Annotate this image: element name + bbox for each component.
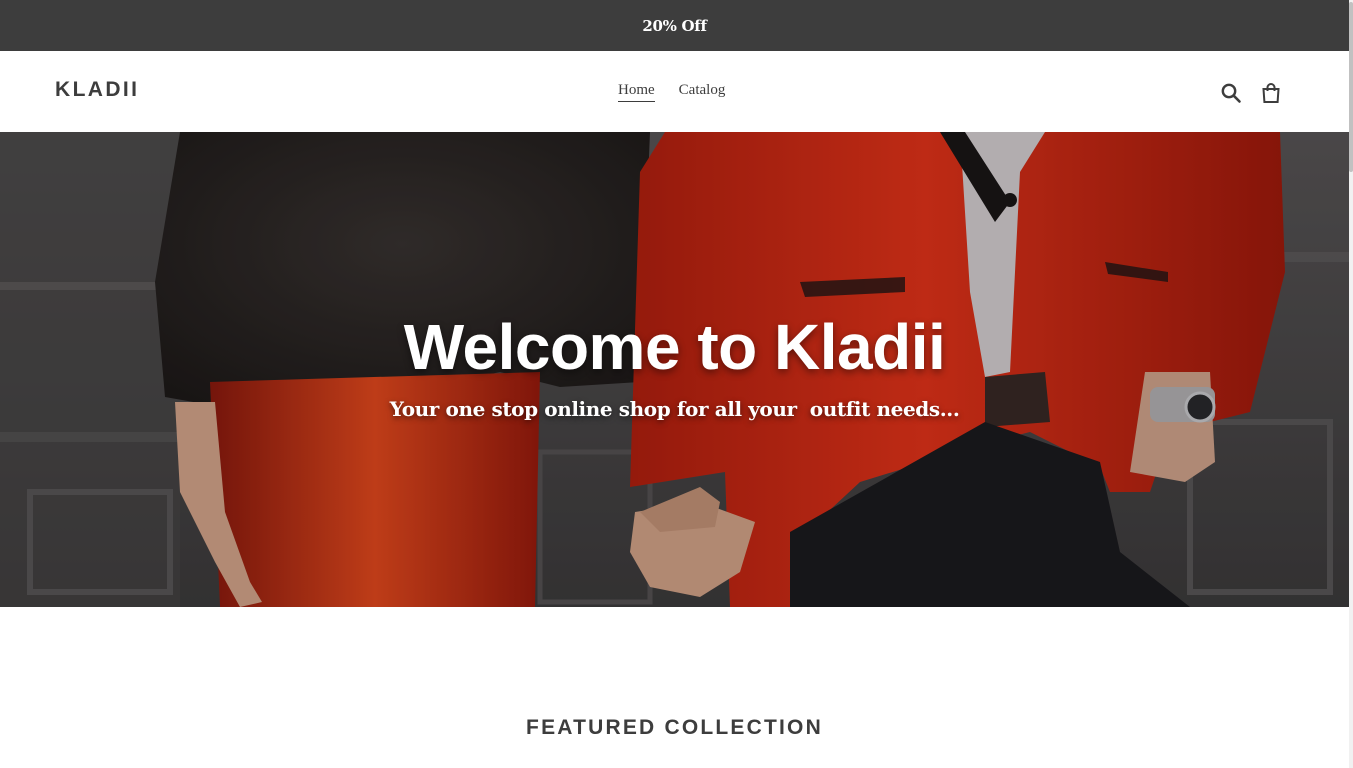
nav-item-catalog[interactable]: Catalog [679,82,726,102]
main-nav: Home Catalog [618,82,725,102]
nav-item-home[interactable]: Home [618,82,655,102]
announcement-bar: 20% Off [0,0,1349,51]
site-header: KLADII Home Catalog [0,51,1349,132]
hero-title: Welcome to Kladii [403,311,946,383]
site-logo[interactable]: KLADII [55,78,139,102]
announcement-text: 20% Off [642,16,707,35]
page-scrollbar[interactable] [1349,0,1353,768]
featured-collection-heading: FEATURED COLLECTION [526,716,823,739]
search-icon[interactable] [1219,81,1243,105]
hero-subtitle: Your one stop online shop for all your o… [389,397,960,421]
cart-icon[interactable] [1259,81,1283,105]
hero-banner: Welcome to Kladii Your one stop online s… [0,132,1349,607]
scrollbar-thumb[interactable] [1349,2,1353,172]
